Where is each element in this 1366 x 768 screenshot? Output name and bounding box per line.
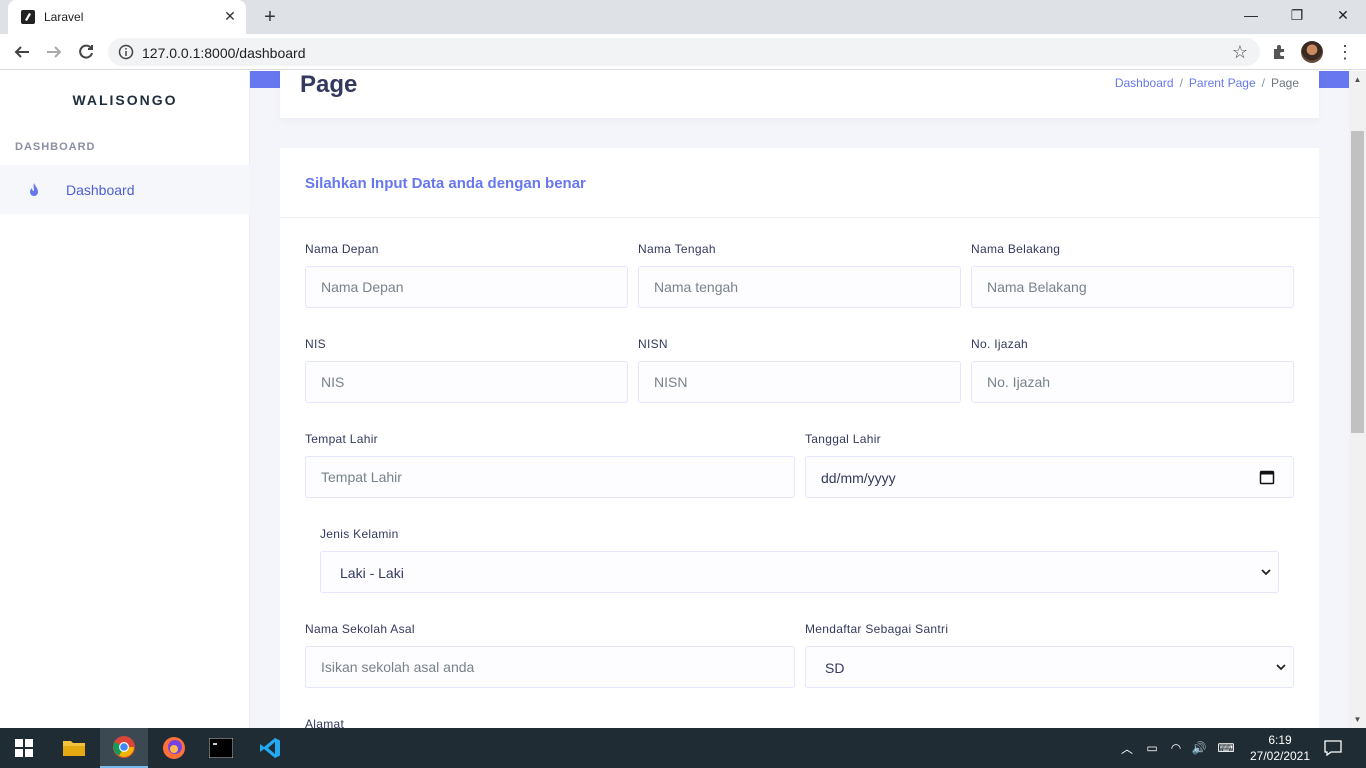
alamat-label: Alamat	[305, 717, 345, 728]
reload-icon	[79, 44, 93, 59]
chrome-icon	[113, 736, 135, 758]
new-tab-button[interactable]: +	[259, 6, 281, 28]
nama-belakang-label: Nama Belakang	[971, 242, 1061, 256]
back-button[interactable]	[10, 40, 34, 64]
breadcrumb-separator: /	[1179, 76, 1183, 90]
jenis-kelamin-value: Laki - Laki	[340, 565, 404, 581]
nama-tengah-label: Nama Tengah	[638, 242, 716, 256]
ijazah-label: No. Ijazah	[971, 337, 1029, 351]
nis-label: NIS	[305, 337, 326, 351]
browser-toolbar: 127.0.0.1:8000/dashboard ☆ ⋮	[0, 34, 1366, 70]
tempat-lahir-label: Tempat Lahir	[305, 432, 378, 446]
mendaftar-select[interactable]: SD	[805, 646, 1294, 688]
breadcrumb-separator: /	[1261, 76, 1265, 90]
breadcrumb-current: Page	[1270, 76, 1299, 90]
windows-taskbar: ︿ ▭ ◠ 🔊 ⌨ 6:19 27/02/2021	[0, 728, 1366, 768]
firefox-taskbar-button[interactable]	[150, 728, 198, 768]
card-title: Silahkan Input Data anda dengan benar	[305, 175, 586, 192]
header-accent-bar	[1319, 71, 1349, 88]
firefox-icon	[163, 737, 185, 759]
minimize-button[interactable]: —	[1228, 0, 1274, 30]
arrow-left-icon	[14, 46, 29, 58]
tanggal-lahir-input[interactable]: dd/mm/yyyy	[805, 456, 1294, 498]
tanggal-lahir-label: Tanggal Lahir	[805, 432, 881, 446]
taskbar-clock[interactable]: 6:19 27/02/2021	[1240, 732, 1320, 764]
nisn-input[interactable]	[638, 361, 961, 403]
chevron-down-icon	[1261, 569, 1271, 576]
breadcrumb: Dashboard / Parent Page / Page	[1115, 76, 1299, 90]
fire-icon	[30, 183, 38, 196]
windows-logo-icon	[15, 739, 33, 757]
sidebar-heading: DASHBOARD	[15, 141, 96, 153]
tab-title: Laravel	[44, 10, 84, 24]
calendar-icon[interactable]	[1259, 469, 1275, 485]
header-accent-bar	[250, 71, 280, 88]
mendaftar-label: Mendaftar Sebagai Santri	[805, 622, 949, 636]
form-card: Silahkan Input Data anda dengan benar Na…	[280, 148, 1319, 728]
sidebar: WALISONGO DASHBOARD Dashboard	[0, 71, 250, 728]
window-close-button[interactable]: ✕	[1320, 0, 1366, 30]
nama-tengah-input[interactable]	[638, 266, 961, 308]
browser-tab[interactable]: Laravel ✕	[8, 0, 246, 34]
start-button[interactable]	[0, 728, 48, 768]
page-scrollbar[interactable]: ▲ ▼	[1349, 71, 1366, 728]
reload-button[interactable]	[74, 40, 98, 64]
section-header: Page Dashboard / Parent Page / Page	[280, 71, 1319, 118]
tab-close-icon[interactable]: ✕	[222, 8, 238, 24]
battery-icon[interactable]: ▭	[1142, 728, 1162, 768]
forward-button[interactable]	[42, 40, 66, 64]
vscode-icon	[260, 738, 280, 758]
arrow-right-icon	[47, 46, 62, 58]
nisn-label: NISN	[638, 337, 668, 351]
terminal-taskbar-button[interactable]	[197, 728, 245, 768]
card-header: Silahkan Input Data anda dengan benar	[280, 148, 1319, 218]
mendaftar-value: SD	[825, 660, 845, 676]
tempat-lahir-input[interactable]	[305, 456, 795, 498]
keyboard-icon[interactable]: ⌨	[1213, 728, 1239, 768]
info-icon[interactable]	[118, 44, 134, 60]
scroll-thumb[interactable]	[1351, 131, 1364, 433]
clock-time: 6:19	[1268, 733, 1292, 747]
brand-logo-text[interactable]: WALISONGO	[0, 92, 250, 108]
sidebar-item-label: Dashboard	[66, 182, 135, 198]
bookmark-star-icon[interactable]: ☆	[1232, 42, 1248, 63]
profile-avatar[interactable]	[1301, 41, 1323, 63]
page-title: Page	[300, 71, 358, 98]
browser-menu-icon[interactable]: ⋮	[1336, 40, 1354, 64]
nis-input[interactable]	[305, 361, 628, 403]
speech-bubble-icon	[1324, 740, 1342, 756]
sidebar-item-dashboard[interactable]: Dashboard	[0, 165, 250, 214]
nama-depan-label: Nama Depan	[305, 242, 379, 256]
sekolah-asal-label: Nama Sekolah Asal	[305, 622, 415, 636]
file-explorer-button[interactable]	[50, 728, 98, 768]
wifi-icon[interactable]: ◠	[1166, 728, 1186, 768]
maximize-button[interactable]: ❐	[1274, 0, 1320, 30]
laravel-favicon-icon	[21, 10, 35, 24]
scroll-up-arrow-icon[interactable]: ▲	[1353, 75, 1362, 84]
clock-date: 27/02/2021	[1249, 749, 1311, 763]
nama-belakang-input[interactable]	[971, 266, 1294, 308]
volume-icon[interactable]: 🔊	[1189, 728, 1209, 768]
sekolah-asal-input[interactable]	[305, 646, 795, 688]
vscode-taskbar-button[interactable]	[246, 728, 294, 768]
chevron-down-icon	[1276, 664, 1286, 671]
tray-chevron-up-icon[interactable]: ︿	[1117, 728, 1137, 768]
terminal-icon	[209, 738, 233, 758]
breadcrumb-parent-link[interactable]: Parent Page	[1189, 76, 1256, 90]
url-text[interactable]: 127.0.0.1:8000/dashboard	[142, 45, 305, 61]
breadcrumb-dashboard-link[interactable]: Dashboard	[1115, 76, 1174, 90]
omnibox[interactable]: 127.0.0.1:8000/dashboard ☆	[108, 38, 1260, 66]
browser-tab-bar: Laravel ✕ + — ❐ ✕	[0, 0, 1366, 34]
folder-icon	[63, 741, 85, 756]
jenis-kelamin-select[interactable]: Laki - Laki	[320, 551, 1279, 593]
chrome-taskbar-button[interactable]	[100, 728, 148, 768]
notification-center-icon[interactable]	[1318, 728, 1348, 768]
date-placeholder: dd/mm/yyyy	[821, 470, 896, 486]
scroll-down-arrow-icon[interactable]: ▼	[1353, 715, 1362, 724]
extensions-puzzle-icon[interactable]	[1270, 42, 1290, 62]
nama-depan-input[interactable]	[305, 266, 628, 308]
page-viewport: WALISONGO DASHBOARD Dashboard Page Dashb…	[0, 71, 1366, 728]
ijazah-input[interactable]	[971, 361, 1294, 403]
jenis-kelamin-label: Jenis Kelamin	[320, 527, 399, 541]
